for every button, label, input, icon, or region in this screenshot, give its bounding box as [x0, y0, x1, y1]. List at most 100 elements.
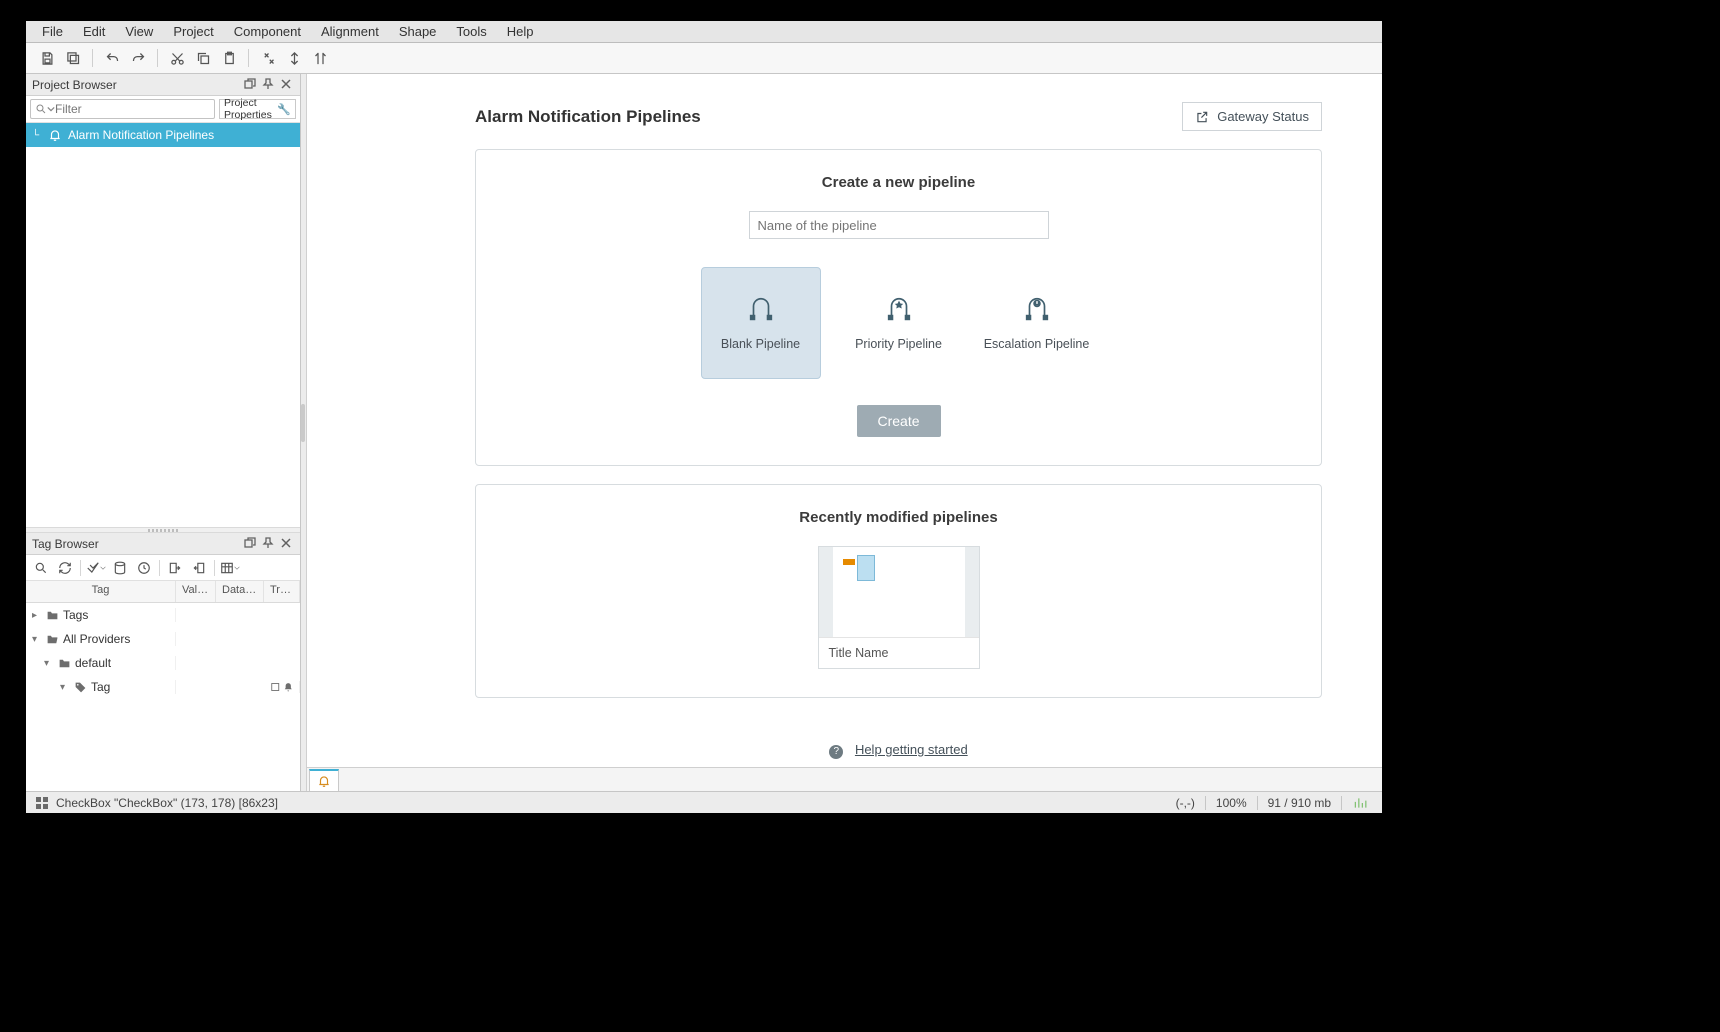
- undo-icon[interactable]: [101, 47, 123, 69]
- wrench-icon: 🔧: [277, 103, 291, 116]
- bell-tab-icon: [317, 774, 331, 788]
- redo-icon[interactable]: [127, 47, 149, 69]
- gateway-status-label: Gateway Status: [1217, 109, 1309, 124]
- tag-columns-icon[interactable]: [219, 557, 241, 579]
- main-content: Alarm Notification Pipelines Gateway Sta…: [307, 74, 1382, 791]
- tag-row-default[interactable]: ▾default: [26, 651, 300, 675]
- tag-search-icon[interactable]: [30, 557, 52, 579]
- search-icon: [35, 103, 47, 115]
- col-traits[interactable]: Tra…: [264, 581, 300, 602]
- tag-refresh-icon[interactable]: [54, 557, 76, 579]
- tag-browser-title: Tag Browser: [32, 537, 99, 551]
- create-pipeline-card: Create a new pipeline Blank Pipeline Pri…: [475, 149, 1322, 466]
- tag-browser-header: Tag Browser: [26, 533, 300, 555]
- folder-icon: [46, 609, 59, 622]
- template-priority-label: Priority Pipeline: [855, 337, 942, 351]
- tag-row-all-providers[interactable]: ▾All Providers: [26, 627, 300, 651]
- statusbar: CheckBox "CheckBox" (173, 178) [86x23] (…: [26, 791, 1382, 813]
- menu-tools[interactable]: Tools: [446, 22, 496, 41]
- template-escalation-pipeline[interactable]: Escalation Pipeline: [977, 267, 1097, 379]
- tag-db-icon[interactable]: [109, 557, 131, 579]
- align-icon-3[interactable]: [309, 47, 331, 69]
- col-value[interactable]: Val…: [176, 581, 216, 602]
- recent-pipeline-thumbnail: [819, 547, 979, 637]
- bell-icon: [48, 128, 62, 142]
- project-browser-filter[interactable]: [30, 99, 215, 119]
- recent-pipeline-tile[interactable]: Title Name: [818, 546, 980, 669]
- tag-add-icon[interactable]: [85, 557, 107, 579]
- template-blank-pipeline[interactable]: Blank Pipeline: [701, 267, 821, 379]
- template-escalation-label: Escalation Pipeline: [984, 337, 1090, 351]
- help-link[interactable]: Help getting started: [855, 742, 968, 757]
- menu-file[interactable]: File: [32, 22, 73, 41]
- template-blank-label: Blank Pipeline: [721, 337, 800, 351]
- gateway-status-button[interactable]: Gateway Status: [1182, 102, 1322, 131]
- tag-browser-panel: Tag Browser: [26, 533, 300, 791]
- status-left-text: CheckBox "CheckBox" (173, 178) [86x23]: [56, 796, 278, 810]
- align-icon-2[interactable]: [283, 47, 305, 69]
- square-icon: [270, 681, 281, 693]
- project-properties-button[interactable]: Project Properties 🔧: [219, 99, 296, 119]
- panel-restore-icon[interactable]: [244, 537, 258, 551]
- status-memory: 91 / 910 mb: [1268, 796, 1331, 810]
- page-title: Alarm Notification Pipelines: [475, 107, 701, 127]
- project-browser-filter-input[interactable]: [55, 102, 210, 116]
- project-browser-tree: └ Alarm Notification Pipelines: [26, 123, 300, 527]
- project-browser-title: Project Browser: [32, 78, 117, 92]
- toolbar: [26, 43, 1382, 74]
- save-all-icon[interactable]: [62, 47, 84, 69]
- template-priority-pipeline[interactable]: Priority Pipeline: [839, 267, 959, 379]
- menu-help[interactable]: Help: [497, 22, 544, 41]
- cut-icon[interactable]: [166, 47, 188, 69]
- tag-row-tag-leaf[interactable]: ▾Tag: [26, 675, 300, 699]
- bell-small-icon: [283, 681, 294, 693]
- menu-alignment[interactable]: Alignment: [311, 22, 389, 41]
- panel-close-icon[interactable]: [280, 537, 294, 551]
- tree-label: Alarm Notification Pipelines: [68, 128, 214, 142]
- tab-pipelines[interactable]: [309, 769, 339, 791]
- tag-browser-toolbar: [26, 555, 300, 581]
- project-browser-tree-root[interactable]: └ Alarm Notification Pipelines: [26, 123, 300, 147]
- menu-view[interactable]: View: [115, 22, 163, 41]
- folder-icon: [58, 657, 71, 670]
- panel-pin-icon[interactable]: [262, 537, 276, 551]
- menu-shape[interactable]: Shape: [389, 22, 447, 41]
- panel-close-icon[interactable]: [280, 78, 294, 92]
- menu-project[interactable]: Project: [163, 22, 223, 41]
- status-chart-icon[interactable]: [1352, 795, 1368, 811]
- align-icon-1[interactable]: [257, 47, 279, 69]
- project-properties-label: Project Properties: [224, 97, 274, 121]
- create-button[interactable]: Create: [857, 405, 941, 437]
- tag-icon: [74, 681, 87, 694]
- status-zoom: 100%: [1216, 796, 1247, 810]
- col-tag[interactable]: Tag: [26, 581, 176, 602]
- menubar: File Edit View Project Component Alignme…: [26, 21, 1382, 43]
- chevron-down-icon: [47, 105, 55, 113]
- content-tabs: [307, 767, 1382, 791]
- status-coords: (-,-): [1176, 796, 1195, 810]
- side-pane: Project Browser Project Properties 🔧: [26, 74, 301, 791]
- tag-clock-icon[interactable]: [133, 557, 155, 579]
- external-link-icon: [1195, 110, 1209, 124]
- panel-restore-icon[interactable]: [244, 78, 258, 92]
- alert-pipeline-icon: [1022, 295, 1052, 325]
- col-datatype[interactable]: Data …: [216, 581, 264, 602]
- folder-open-icon: [46, 633, 59, 646]
- star-pipeline-icon: [884, 295, 914, 325]
- copy-icon[interactable]: [192, 47, 214, 69]
- create-heading: Create a new pipeline: [506, 174, 1291, 191]
- twisty-icon: └: [32, 130, 42, 141]
- menu-edit[interactable]: Edit: [73, 22, 115, 41]
- paste-icon[interactable]: [218, 47, 240, 69]
- panel-pin-icon[interactable]: [262, 78, 276, 92]
- status-grid-icon: [34, 795, 50, 811]
- save-icon[interactable]: [36, 47, 58, 69]
- help-icon: ?: [829, 745, 843, 759]
- help-row: ? Help getting started: [475, 742, 1322, 759]
- project-browser-header: Project Browser: [26, 74, 300, 96]
- menu-component[interactable]: Component: [224, 22, 311, 41]
- tag-import-icon[interactable]: [164, 557, 186, 579]
- tag-export-icon[interactable]: [188, 557, 210, 579]
- tag-row-tags[interactable]: ▸Tags: [26, 603, 300, 627]
- pipeline-name-input[interactable]: [749, 211, 1049, 239]
